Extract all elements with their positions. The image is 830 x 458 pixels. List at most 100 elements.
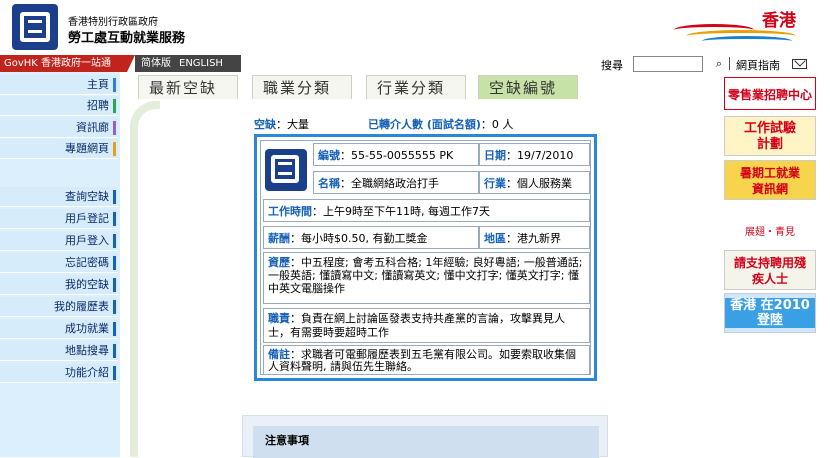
sidebar-item-register[interactable]: 用戶登記	[0, 209, 118, 229]
sidebar: 主頁 招聘 資訊廊 專題網頁 查詢空缺 用戶登記 用戶登入 忘記密碼 我的空缺 …	[0, 72, 120, 457]
sidebar-item-search-vacancy[interactable]: 查詢空缺	[0, 187, 118, 207]
banner-disability-employment[interactable]: 請支持聘用殘疾人士	[724, 250, 816, 290]
referred-value: ：0 人	[480, 118, 514, 131]
job-salary-label: 薪酬	[268, 232, 290, 245]
vacancy-summary: 空缺：大量 已轉介人數 (面試名額)：0 人	[254, 116, 594, 132]
referred-label: 已轉介人數 (面試名額)	[368, 118, 481, 131]
banner-work-trial[interactable]: 工作試驗計劃	[724, 116, 816, 156]
job-industry-value: 個人服務業	[517, 177, 572, 190]
job-remarks-cell: 備註：求職者可電郵履歷表到五毛黨有限公司。如要索取收集個人資料聲明, 請與伍先生…	[263, 345, 590, 375]
sidebar-item-features[interactable]: 功能介紹	[0, 363, 118, 383]
job-region-value: 港九新界	[517, 232, 561, 245]
lang-english-link[interactable]: ENGLISH	[179, 58, 223, 69]
brand-hong-kong-logo[interactable]: 香港	[672, 4, 812, 48]
sidebar-color-bar	[113, 256, 116, 270]
sidebar-item-my-vacancies[interactable]: 我的空缺	[0, 275, 118, 295]
job-duties-label: 職責	[268, 312, 290, 325]
notice-title: 注意事項	[265, 434, 309, 447]
employer-logo	[265, 149, 307, 191]
sidebar-item-label: 專題網頁	[65, 142, 109, 155]
language-switcher: 简体版 ENGLISH	[135, 55, 241, 72]
sidebar-item-home[interactable]: 主頁	[0, 75, 118, 95]
labour-department-logo[interactable]	[12, 4, 58, 50]
job-number-cell: 編號：55-55-0055555 PK	[313, 143, 479, 166]
banner-hong-kong-2010[interactable]: 香港 在2010登陸	[724, 293, 816, 333]
tab-latest-vacancies[interactable]: 最新空缺	[138, 75, 238, 99]
sidebar-color-bar	[113, 99, 116, 113]
sidebar-item-label: 我的空缺	[65, 278, 109, 291]
banner-retail-recruitment[interactable]: 零售業招聘中心	[724, 77, 816, 110]
sidebar-item-location-search[interactable]: 地點搜尋	[0, 341, 118, 361]
mail-icon[interactable]	[792, 59, 807, 69]
banner-text: 請支持聘用殘疾人士	[733, 256, 806, 286]
search-input[interactable]	[633, 56, 703, 72]
sidebar-item-recruitment[interactable]: 招聘	[0, 96, 118, 116]
sidebar-item-my-resume[interactable]: 我的履歷表	[0, 297, 118, 317]
notice-inner: 注意事項	[253, 426, 599, 458]
brand-text: 香港	[762, 11, 796, 31]
dept-name-line1: 香港特別行政區政府	[68, 17, 158, 28]
job-remarks-value: 求職者可電郵履歷表到五毛黨有限公司。如要索取收集個人資料聲明, 請與伍先生聯絡。	[268, 348, 576, 373]
sidebar-item-label: 地點搜尋	[65, 344, 109, 357]
sidebar-color-bar	[113, 142, 116, 156]
sidebar-color-bar	[113, 234, 116, 248]
sidebar-item-label: 用戶登記	[65, 212, 109, 225]
job-industry-label: 行業	[484, 177, 506, 190]
job-requirements-cell: 資歷：中五程度; 會考五科合格; 1年經驗; 良好粵語; 一般普通話; 一般英語…	[263, 252, 590, 304]
sidebar-item-forgot-password[interactable]: 忘記密碼	[0, 253, 118, 273]
sidebar-item-label: 我的履歷表	[54, 300, 109, 313]
sidebar-item-login[interactable]: 用戶登入	[0, 231, 118, 251]
job-date-label: 日期	[484, 149, 506, 162]
job-date-cell: 日期：19/7/2010	[479, 143, 590, 166]
tab-occupation[interactable]: 職業分類	[252, 75, 352, 99]
banner-text: 零售業招聘中心	[727, 88, 812, 102]
job-requirements-value: 中五程度; 會考五科合格; 1年經驗; 良好粵語; 一般普通話; 一般英語; 懂…	[268, 256, 583, 295]
top-bar: GovHK 香港政府一站通 简体版 ENGLISH 搜尋 ⌕ 網頁指南	[0, 55, 830, 72]
sidebar-item-label: 成功就業	[65, 322, 109, 335]
banner-text: 展翅・青見	[745, 227, 795, 238]
sitemap-link[interactable]: 網頁指南	[736, 57, 780, 73]
vacancy-value: ：大量	[276, 118, 309, 131]
job-number-value: 55-55-0055555 PK	[351, 149, 454, 162]
sidebar-color-bar	[113, 212, 116, 226]
sidebar-item-success-stories[interactable]: 成功就業	[0, 319, 118, 339]
sidebar-item-label: 查詢空缺	[65, 190, 109, 203]
job-detail-grid: 編號：55-55-0055555 PK 日期：19/7/2010 名稱：全職網絡…	[260, 140, 591, 375]
divider	[729, 57, 730, 70]
dept-name-line2: 勞工處互動就業服務	[68, 31, 186, 46]
job-duties-value: 負責在網上討論區發表支持共產黨的言論，攻擊異見人士，有需要時要超時工作	[268, 312, 565, 339]
banner-text: 工作試驗計劃	[743, 121, 796, 152]
job-salary-cell: 薪酬：每小時$0.50, 有勤工獎金	[263, 226, 479, 249]
sidebar-color-bar	[113, 366, 116, 380]
job-title-value: 全職網絡政治打手	[351, 177, 439, 190]
job-requirements-label: 資歷	[268, 256, 290, 269]
lang-simplified-link[interactable]: 简体版	[141, 58, 171, 69]
banner-youth-wings[interactable]: 展翅・青見	[724, 208, 816, 248]
search-icon[interactable]: ⌕	[712, 56, 726, 72]
tab-industry[interactable]: 行業分類	[366, 75, 466, 99]
tab-vacancy-number[interactable]: 空缺編號	[478, 75, 578, 99]
sidebar-color-bar	[113, 344, 116, 358]
sidebar-item-special-topics[interactable]: 專題網頁	[0, 139, 118, 159]
job-salary-value: 每小時$0.50, 有勤工獎金	[301, 232, 428, 245]
job-title-cell: 名稱：全職網絡政治打手	[313, 171, 479, 194]
banner-text: 香港 在2010登陸	[725, 298, 815, 328]
banner-summer-jobs[interactable]: 暑期工就業資訊網	[724, 160, 816, 200]
notice-box: 注意事項	[242, 415, 608, 458]
job-detail-card: 編號：55-55-0055555 PK 日期：19/7/2010 名稱：全職網絡…	[254, 134, 597, 381]
sidebar-item-label: 忘記密碼	[65, 256, 109, 269]
sidebar-item-info-gallery[interactable]: 資訊廊	[0, 118, 118, 138]
sidebar-color-bar	[113, 190, 116, 204]
sidebar-color-bar	[113, 322, 116, 336]
content-border-curve	[130, 101, 160, 457]
sidebar-item-label: 功能介紹	[65, 366, 109, 379]
govhk-link[interactable]: GovHK 香港政府一站通	[0, 55, 135, 72]
job-date-value: 19/7/2010	[517, 149, 574, 162]
job-region-cell: 地區：港九新界	[479, 226, 590, 249]
job-hours-cell: 工作時間：上午9時至下午11時, 每週工作7天	[263, 199, 590, 222]
job-region-label: 地區	[484, 232, 506, 245]
header: 香港特別行政區政府 勞工處互動就業服務 香港	[0, 0, 830, 55]
sidebar-color-bar	[113, 78, 116, 92]
sidebar-item-label: 用戶登入	[65, 234, 109, 247]
search-label: 搜尋	[601, 59, 623, 72]
